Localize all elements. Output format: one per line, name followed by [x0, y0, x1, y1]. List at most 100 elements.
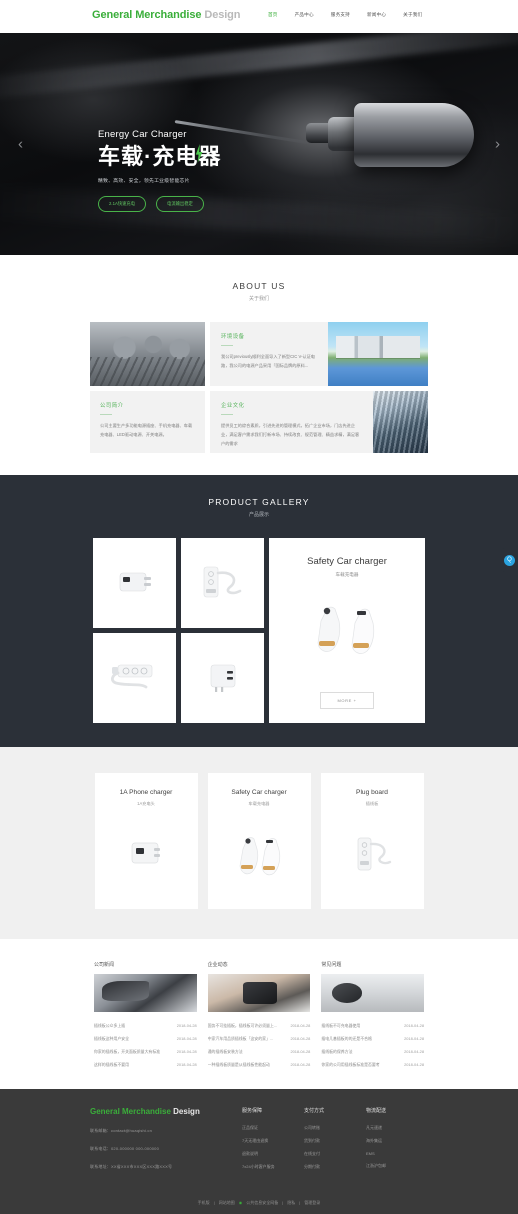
news-thumbnail[interactable] — [321, 974, 425, 1012]
about-card-text: 公司主要生产多功能电源插座、手机充电器、车载充电器、LED驱动电源、开关电源。 — [100, 423, 193, 437]
gallery-thumb-powerstrip-cord[interactable] — [181, 538, 264, 628]
footer-column-heading: 支付方式 — [304, 1108, 325, 1114]
site-footer: General Merchandise Design 联系邮箱：contact@… — [0, 1089, 518, 1214]
news-item-title: 你家的插线板，开关面板质量大有标准 — [94, 1048, 161, 1054]
footer-link[interactable]: 江浙沪包邮 — [366, 1163, 428, 1169]
gallery-feature-card[interactable]: Safety Car charger 车载充电器 MORE + — [269, 538, 425, 723]
footer-link[interactable]: 退款说明 — [242, 1151, 304, 1157]
about-card-environment[interactable]: 环境设备 我公司previously顺利全面导入了新型CIC V-认证电路，我公… — [210, 322, 428, 386]
news-item-title: 国务不可挂插板，插线板可许必须量上... — [207, 1022, 278, 1028]
footer-logo-main: General Merchandise — [90, 1107, 171, 1116]
carousel-next-icon[interactable]: › — [495, 136, 500, 153]
news-list: 国务不可挂插板，插线板可许必须量上... 2018-04-28 中家汽车用品质插… — [208, 1019, 311, 1071]
footer-bottom-bar: 手机版 | 网站地图 ◉ 公共信息安全网备 | 隐私 | 管理登录 — [197, 1200, 321, 1205]
gallery-more-button[interactable]: MORE + — [320, 692, 374, 709]
floating-chat-widget[interactable]: Q — [501, 548, 518, 572]
footer-contact-address: 联系地址：XX省XXX市XXX区XXX路XXX号 — [90, 1164, 173, 1169]
product-gallery-section: PRODUCT GALLERY 产品展示 Safety Car charger … — [0, 475, 518, 747]
site-logo[interactable]: General Merchandise Design — [92, 9, 241, 21]
news-item-date: 2018-04-28 — [290, 1062, 311, 1067]
footer-bar-link[interactable]: 手机版 — [198, 1200, 210, 1205]
product-subheading: 插线板 — [365, 801, 379, 806]
logo-main: General Merchandise — [92, 9, 202, 21]
about-card-heading: 环境设备 — [221, 334, 245, 340]
footer-link[interactable]: 在线支付 — [304, 1151, 366, 1157]
qq-chat-icon: Q — [504, 554, 515, 566]
news-item-date: 2018-04-28 — [290, 1049, 311, 1054]
news-grid: 公司新闻 插线板公众多上插 2018-04-28 插线板这种用户安全 2018-… — [94, 961, 425, 1071]
news-item-date: 2018-04-28 — [404, 1049, 425, 1054]
news-list-item[interactable]: 一种插线板质量是从插线板性能起动 2018-04-28 — [208, 1058, 311, 1071]
about-card-company[interactable]: 公司简介 公司主要生产多功能电源插座、手机充电器、车载充电器、LED驱动电源、开… — [90, 391, 205, 453]
footer-column-heading: 服务保障 — [242, 1108, 263, 1114]
security-badge-icon: ◉ — [238, 1200, 243, 1205]
footer-brand-block: General Merchandise Design 联系邮箱：contact@… — [90, 1107, 242, 1177]
footer-bar-link[interactable]: 网站地图 — [219, 1200, 235, 1205]
footer-column-shipping: 物流配送 凡元速递 海外集运 EMS 江浙沪包邮 — [366, 1107, 428, 1177]
nav-item-service[interactable]: 服务支持 — [331, 12, 350, 18]
nav-item-about[interactable]: 关于我们 — [403, 12, 422, 18]
news-list: 插线板不可充电器使用 2018-04-28 插电几基插板的的还是不合格 2018… — [321, 1019, 424, 1071]
footer-link[interactable]: 海外集运 — [366, 1138, 428, 1144]
product-image — [329, 819, 416, 891]
footer-link[interactable]: 货到付款 — [304, 1138, 366, 1144]
news-item-date: 2018-04-28 — [404, 1036, 425, 1041]
footer-link[interactable]: 分期付款 — [304, 1164, 366, 1170]
product-subheading: 车载充电器 — [248, 801, 270, 806]
about-card-rule — [221, 414, 233, 415]
nav-item-news[interactable]: 新闻中心 — [367, 12, 386, 18]
news-thumbnail[interactable] — [207, 974, 311, 1012]
news-list-item[interactable]: 插线板的保养方法 2018-04-28 — [321, 1045, 424, 1058]
news-list-item[interactable]: 插线板公众多上插 2018-04-28 — [94, 1019, 197, 1032]
hero-button-stable[interactable]: 电流输出稳定 — [156, 196, 204, 212]
carousel-prev-icon[interactable]: ‹ — [18, 136, 23, 153]
footer-bar-link[interactable]: 管理登录 — [304, 1200, 320, 1205]
news-list-item[interactable]: 插线板这种用户安全 2018-04-28 — [94, 1032, 197, 1045]
footer-logo: General Merchandise Design — [90, 1107, 242, 1116]
news-thumbnail[interactable] — [94, 974, 197, 1012]
news-item-date: 2018-04-28 — [176, 1023, 197, 1028]
footer-link[interactable]: 公司转账 — [304, 1125, 366, 1131]
news-list-item[interactable]: 插电几基插板的的还是不合格 2018-04-28 — [321, 1032, 424, 1045]
news-item-date: 2018-04-28 — [404, 1023, 425, 1028]
news-item-date: 2018-04-28 — [176, 1062, 197, 1067]
news-item-title: 插线板公众多上插 — [94, 1022, 126, 1028]
footer-content: General Merchandise Design 联系邮箱：contact@… — [90, 1107, 428, 1177]
power-adapter-icon — [119, 572, 151, 592]
product-card-plug-board[interactable]: Plug board 插线板 — [320, 773, 424, 909]
footer-bar-link[interactable]: 隐私 — [287, 1200, 295, 1205]
footer-bar-link[interactable]: 公共信息安全网备 — [246, 1200, 278, 1205]
news-item-title: 这样的插线板不要用 — [94, 1061, 130, 1067]
gallery-thumb-usb-charger[interactable] — [181, 633, 264, 723]
gallery-thumb-adapter[interactable] — [93, 538, 176, 628]
gallery-thumb-strip-three[interactable] — [93, 633, 176, 723]
news-list-item[interactable]: 你家的公司用插线板标准是否要考 2018-04-28 — [321, 1058, 424, 1071]
about-image-tower — [373, 391, 428, 453]
news-list-item[interactable]: 通的插线板安装方法 2018-04-28 — [208, 1045, 311, 1058]
three-outlet-strip-icon — [110, 664, 152, 689]
nav-item-products[interactable]: 产品中心 — [295, 12, 314, 18]
news-list-item[interactable]: 你家的插线板，开关面板质量大有标准 2018-04-28 — [94, 1045, 197, 1058]
footer-link[interactable]: 7天无理由退换 — [242, 1138, 304, 1144]
nav-item-home[interactable]: 首页 — [268, 12, 278, 18]
footer-link[interactable]: EMS — [366, 1151, 428, 1156]
products-section: 1A Phone charger 1A充电头 Safety Car charge… — [0, 747, 518, 939]
hero-copy: Energy Car Charger 车载·充电器 精致、高效、安全，领先工业级… — [98, 129, 221, 212]
phone-charger-icon — [131, 842, 160, 864]
page-root: General Merchandise Design 首页 产品中心 服务支持 … — [0, 0, 518, 1214]
footer-contact-phone: 联系电话：020-000000 000-000000 — [90, 1146, 160, 1151]
hero-button-fastcharge[interactable]: 2.1A快速充电 — [98, 196, 147, 212]
news-list-item[interactable]: 国务不可挂插板，插线板可许必须量上... 2018-04-28 — [208, 1019, 311, 1032]
footer-link[interactable]: 凡元速递 — [366, 1125, 428, 1131]
news-list-item[interactable]: 这样的插线板不要用 2018-04-28 — [94, 1058, 197, 1071]
product-card-car-charger[interactable]: Safety Car charger 车载充电器 — [207, 773, 311, 909]
news-list-item[interactable]: 中家汽车用品质插线板「这安的家」... 2018-04-28 — [208, 1032, 311, 1045]
about-card-culture[interactable]: 企业文化 提供员工的综合素质，引进先进的管理模式，拓广企业市场，门店先进企业，满… — [210, 391, 428, 453]
product-card-phone-charger[interactable]: 1A Phone charger 1A充电头 — [94, 773, 198, 909]
hero-eyebrow: Energy Car Charger — [98, 129, 187, 140]
about-card-heading: 公司简介 — [100, 403, 124, 409]
product-heading: Plug board — [356, 789, 388, 796]
news-list-item[interactable]: 插线板不可充电器使用 2018-04-28 — [321, 1019, 424, 1032]
footer-link[interactable]: 7x24小时客户服务 — [242, 1164, 304, 1170]
footer-link[interactable]: 正品保证 — [242, 1125, 304, 1131]
